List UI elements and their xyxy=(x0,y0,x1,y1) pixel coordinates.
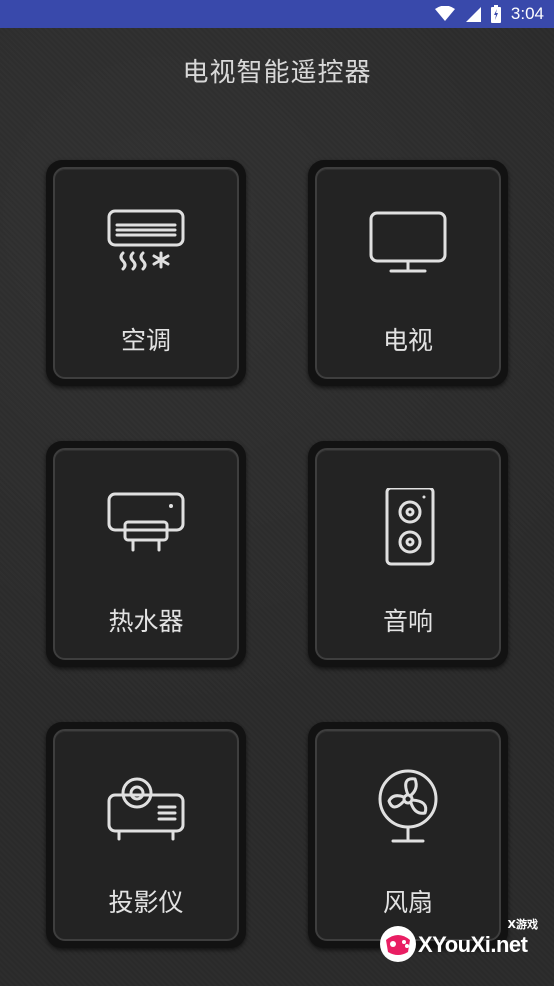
page-title: 电视智能遥控器 xyxy=(182,58,372,88)
watermark-main-text: XYouXi.net xyxy=(418,932,528,957)
device-label: 电视 xyxy=(382,326,433,355)
signal-icon xyxy=(465,7,481,22)
app-screen: 电视智能遥控器 空调 电视 热水器 音响 投影仪 风扇 X游戏 XYouXi.n… xyxy=(0,28,554,986)
device-card-air-conditioner[interactable]: 空调 xyxy=(46,160,246,386)
watermark-small-text: X游戏 xyxy=(507,918,538,931)
gamepad-logo-icon xyxy=(380,926,416,962)
device-label: 空调 xyxy=(120,326,171,355)
device-label: 风扇 xyxy=(382,888,433,917)
device-label: 热水器 xyxy=(108,607,184,636)
water-heater-icon xyxy=(101,488,191,568)
speaker-icon xyxy=(363,488,453,568)
projector-icon xyxy=(101,769,191,849)
device-card-projector[interactable]: 投影仪 xyxy=(46,722,246,948)
wifi-icon xyxy=(434,6,455,21)
tv-icon xyxy=(363,207,453,287)
battery-icon xyxy=(490,5,501,23)
watermark: X游戏 XYouXi.net xyxy=(378,916,550,976)
device-card-tv[interactable]: 电视 xyxy=(308,160,508,386)
device-label: 投影仪 xyxy=(108,888,184,917)
device-label: 音响 xyxy=(382,607,433,636)
device-card-fan[interactable]: 风扇 xyxy=(308,722,508,948)
status-bar: 3:04 xyxy=(0,0,554,28)
status-time: 3:04 xyxy=(510,4,544,23)
device-card-speaker[interactable]: 音响 xyxy=(308,441,508,667)
device-card-water-heater[interactable]: 热水器 xyxy=(46,441,246,667)
fan-icon xyxy=(363,769,453,849)
air-conditioner-icon xyxy=(101,207,191,287)
